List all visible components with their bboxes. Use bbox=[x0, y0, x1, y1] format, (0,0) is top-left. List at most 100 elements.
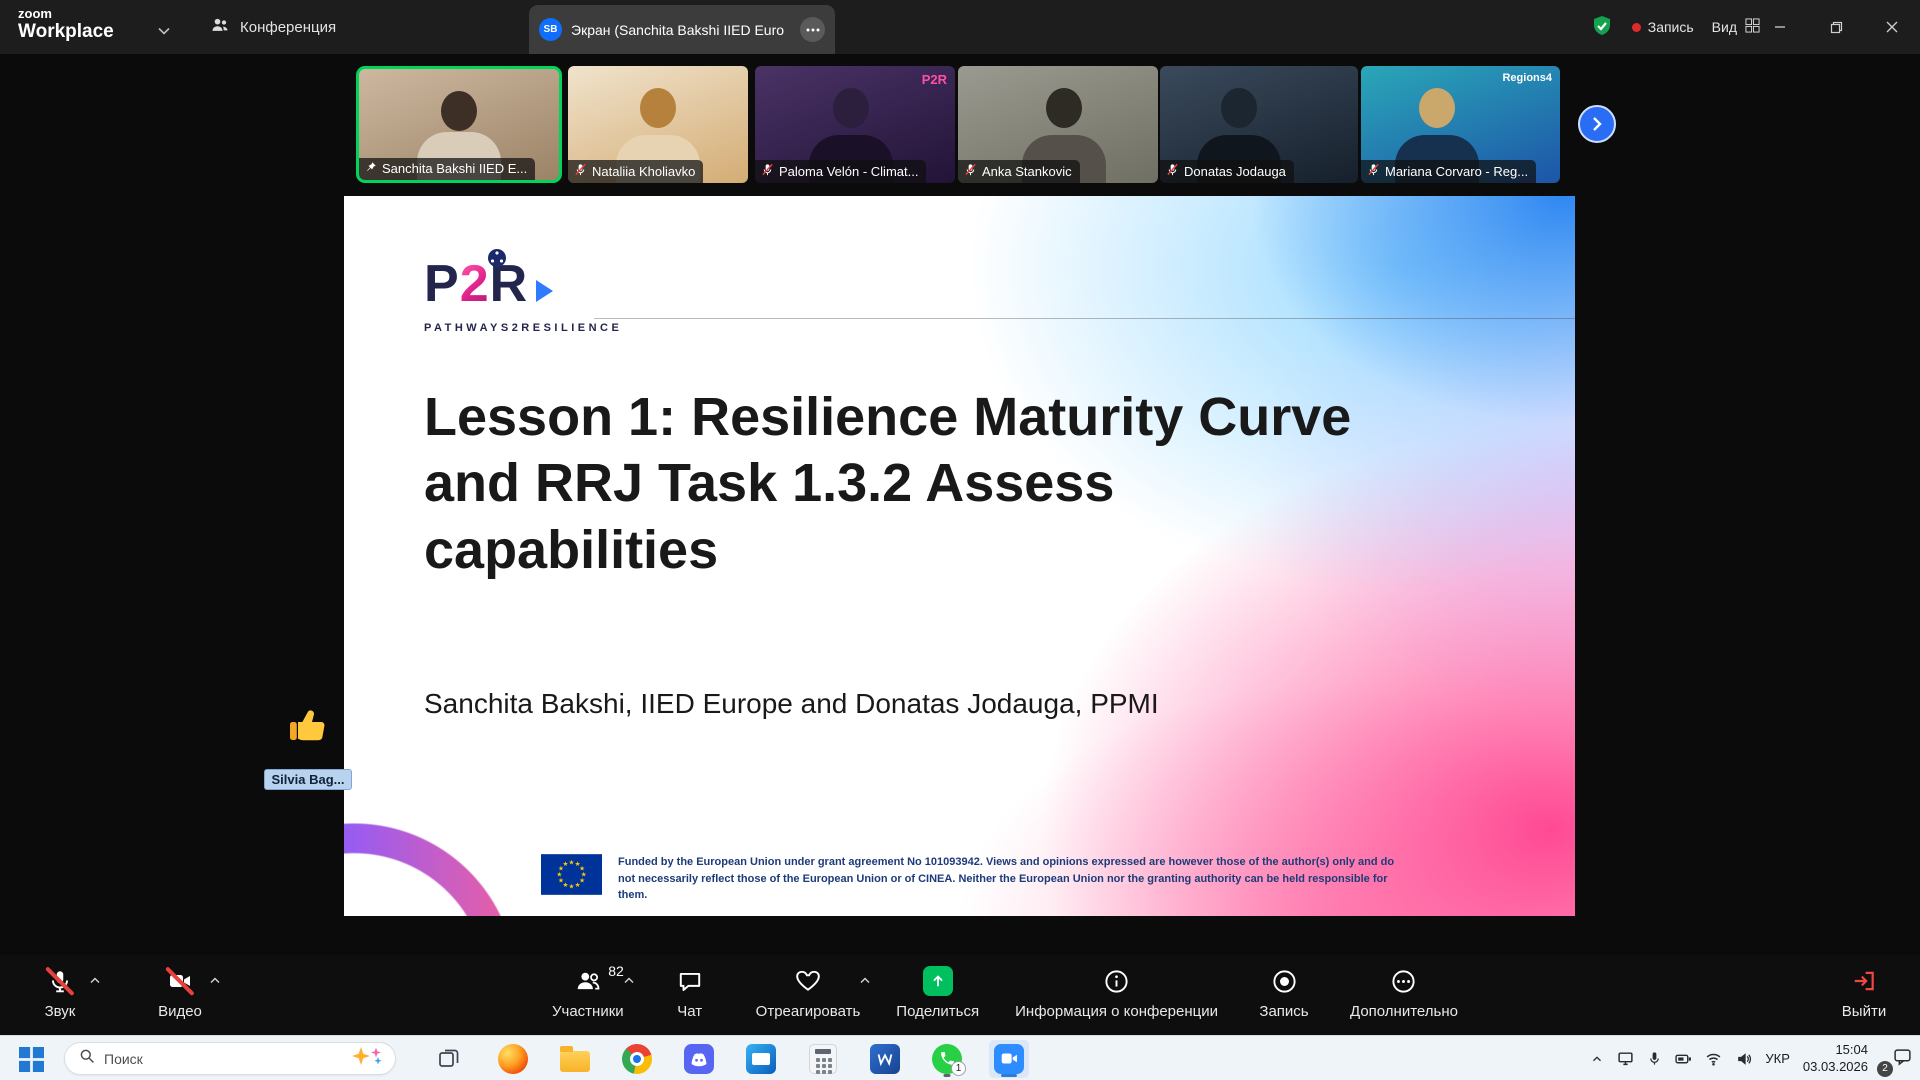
close-icon[interactable] bbox=[1864, 0, 1920, 54]
participants-count: 82 bbox=[608, 963, 624, 979]
participant-tile-donatas[interactable]: Donatas Jodauga bbox=[1160, 66, 1358, 183]
tab-more-icon[interactable] bbox=[800, 17, 825, 42]
participant-tile-sanchita[interactable]: Sanchita Bakshi IIED E... bbox=[356, 66, 562, 183]
notification-icon[interactable]: 2 bbox=[1881, 1047, 1912, 1071]
tray-clock[interactable]: 15:04 03.03.2026 bbox=[1803, 1042, 1868, 1076]
record-dot-icon bbox=[1632, 23, 1641, 32]
participants-button[interactable]: 82 Участники bbox=[552, 955, 624, 1020]
toolbar-right-group: Выйти bbox=[1834, 955, 1894, 1020]
svg-text:★: ★ bbox=[575, 881, 581, 889]
firefox-icon[interactable] bbox=[493, 1040, 533, 1078]
leave-label: Выйти bbox=[1842, 1003, 1886, 1020]
chevron-up-icon[interactable] bbox=[210, 971, 220, 989]
heart-icon bbox=[795, 966, 821, 996]
zoom-logo-text: zoom bbox=[18, 7, 114, 21]
participant-tile-mariana[interactable]: Regions4 Mariana Corvaro - Reg... bbox=[1361, 66, 1560, 183]
calculator-icon[interactable] bbox=[803, 1040, 843, 1078]
chat-button[interactable]: Чат bbox=[660, 955, 720, 1020]
workplace-logo-text: Workplace bbox=[18, 21, 114, 43]
record-label: Запись bbox=[1259, 1003, 1308, 1020]
scroll-next-icon[interactable] bbox=[1578, 105, 1616, 143]
system-tray: УКР 15:04 03.03.2026 2 bbox=[1590, 1036, 1912, 1080]
shield-check-icon[interactable] bbox=[1590, 14, 1614, 41]
battery-icon[interactable] bbox=[1675, 1050, 1692, 1067]
participant-name-tag: Mariana Corvaro - Reg... bbox=[1361, 160, 1536, 183]
windows-start-icon[interactable] bbox=[16, 1045, 46, 1073]
leave-button[interactable]: Выйти bbox=[1834, 955, 1894, 1020]
svg-text:★: ★ bbox=[562, 860, 568, 868]
participant-name: Paloma Velón - Climat... bbox=[779, 164, 918, 179]
eu-flag-icon: ★★ ★★ ★★ ★★ ★★ ★★ bbox=[541, 854, 602, 900]
monitor-icon[interactable] bbox=[1617, 1050, 1634, 1067]
tray-chevron-up-icon[interactable] bbox=[1590, 1052, 1604, 1066]
leave-icon bbox=[1851, 966, 1877, 996]
window-controls bbox=[1752, 0, 1920, 54]
chevron-up-icon[interactable] bbox=[624, 971, 634, 989]
person-silhouette bbox=[833, 88, 869, 128]
tray-time: 15:04 bbox=[1803, 1042, 1868, 1059]
wifi-icon[interactable] bbox=[1705, 1050, 1722, 1067]
share-button[interactable]: Поделиться bbox=[896, 955, 979, 1020]
chevron-up-icon[interactable] bbox=[90, 971, 100, 989]
chat-label: Чат bbox=[677, 1003, 702, 1020]
discord-icon[interactable] bbox=[679, 1040, 719, 1078]
shared-screen-slide: P2R PATHWAYS2RESILIENCE Lesson 1: Resili… bbox=[344, 196, 1575, 916]
blue-app-icon[interactable] bbox=[741, 1040, 781, 1078]
audio-button[interactable]: Звук bbox=[30, 955, 90, 1020]
restore-icon[interactable] bbox=[1808, 0, 1864, 54]
person-silhouette bbox=[1419, 88, 1455, 128]
more-button[interactable]: Дополнительно bbox=[1350, 955, 1458, 1020]
video-button[interactable]: Видео bbox=[150, 955, 210, 1020]
chevron-up-icon[interactable] bbox=[860, 971, 870, 989]
logo-letter-2: 2 bbox=[460, 258, 490, 310]
divider bbox=[594, 318, 1575, 319]
running-indicator bbox=[1001, 1074, 1017, 1077]
word-icon[interactable] bbox=[865, 1040, 905, 1078]
slide-authors: Sanchita Bakshi, IIED Europe and Donatas… bbox=[424, 688, 1159, 720]
backdrop-logo-text: Regions4 bbox=[1502, 72, 1552, 84]
mic-muted-icon bbox=[761, 163, 774, 179]
zoom-app-icon[interactable] bbox=[989, 1040, 1029, 1078]
mic-muted-icon bbox=[1367, 163, 1380, 179]
minimize-icon[interactable] bbox=[1752, 0, 1808, 54]
conference-tab-label: Конференция bbox=[240, 19, 336, 36]
audio-label: Звук bbox=[45, 1003, 76, 1020]
chevron-down-icon[interactable] bbox=[158, 22, 170, 40]
tray-mic-icon[interactable] bbox=[1647, 1051, 1662, 1066]
whatsapp-icon[interactable]: 1 bbox=[927, 1040, 967, 1078]
meeting-info-button[interactable]: Информация о конференции bbox=[1015, 955, 1218, 1020]
react-button[interactable]: Отреагировать bbox=[756, 955, 861, 1020]
react-label: Отреагировать bbox=[756, 1003, 861, 1020]
language-indicator[interactable]: УКР bbox=[1765, 1051, 1790, 1066]
tab-shared-screen[interactable]: SB Экран (Sanchita Bakshi IIED Euro bbox=[529, 5, 835, 54]
participant-tile-paloma[interactable]: P2R Paloma Velón - Climat... bbox=[755, 66, 955, 183]
recording-indicator[interactable]: Запись bbox=[1632, 19, 1694, 35]
thumbs-up-icon bbox=[284, 737, 332, 754]
mic-muted-icon bbox=[47, 966, 73, 996]
search-icon bbox=[79, 1048, 95, 1069]
chrome-icon[interactable] bbox=[617, 1040, 657, 1078]
p2r-logo: P2R PATHWAYS2RESILIENCE bbox=[424, 258, 622, 334]
meeting-toolbar: Звук Видео 82 bbox=[0, 955, 1920, 1035]
record-icon bbox=[1271, 966, 1298, 996]
speaker-icon[interactable] bbox=[1735, 1050, 1752, 1067]
avatar-badge: SB bbox=[539, 18, 562, 41]
participant-tile-anka[interactable]: Anka Stankovic bbox=[958, 66, 1158, 183]
sparkles-icon[interactable] bbox=[351, 1045, 385, 1072]
tab-conference[interactable]: Конференция bbox=[210, 0, 336, 54]
file-explorer-icon[interactable] bbox=[555, 1040, 595, 1078]
participant-name: Sanchita Bakshi IIED E... bbox=[382, 161, 527, 176]
notification-badge: 2 bbox=[1877, 1061, 1893, 1077]
eu-stars-icon bbox=[488, 249, 506, 267]
running-indicator bbox=[944, 1074, 951, 1077]
toolbar-center-group: 82 Участники Чат Отреаг bbox=[552, 955, 1458, 1020]
recording-label: Запись bbox=[1648, 19, 1694, 35]
search-placeholder-text: Поиск bbox=[104, 1051, 342, 1067]
zoom-window: zoom Workplace Конференция SB Экран (San… bbox=[0, 0, 1920, 1080]
record-button[interactable]: Запись bbox=[1254, 955, 1314, 1020]
participant-name-tag: Anka Stankovic bbox=[958, 160, 1080, 183]
task-view-icon[interactable] bbox=[431, 1044, 467, 1074]
search-input[interactable]: Поиск bbox=[64, 1042, 396, 1075]
share-arrow-icon bbox=[923, 966, 953, 996]
participant-tile-nataliia[interactable]: Nataliia Kholiavko bbox=[568, 66, 748, 183]
